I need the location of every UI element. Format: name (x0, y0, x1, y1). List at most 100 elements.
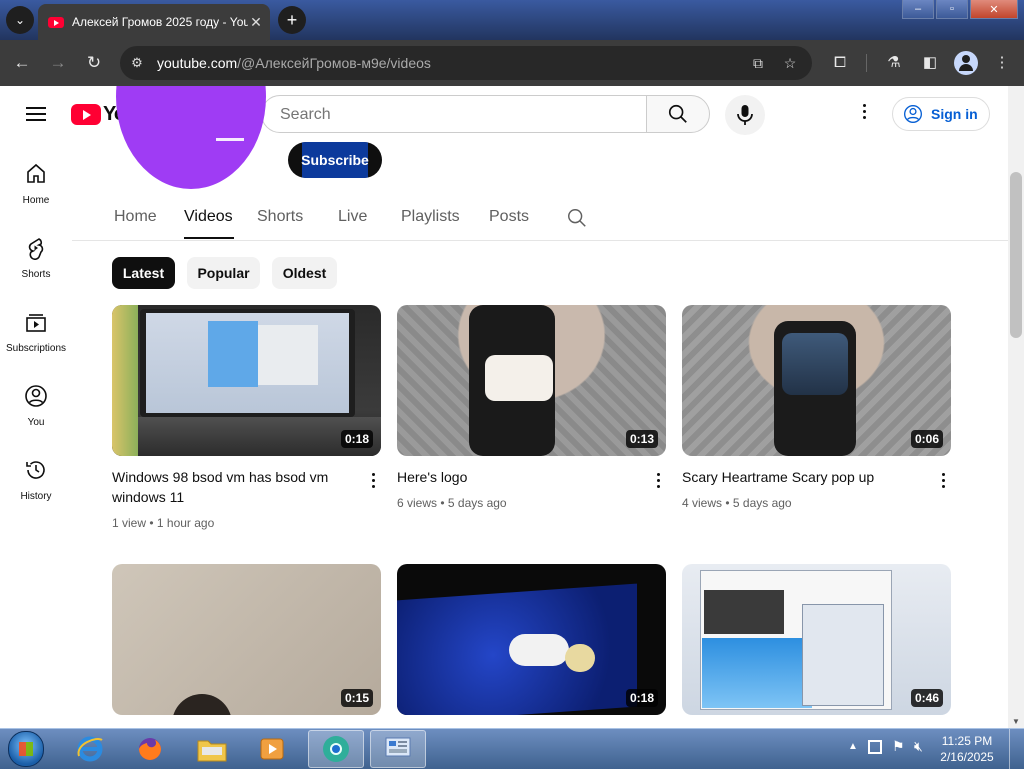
system-tray: ▲ ⚑ 🔇︎ 11:25 PM 2/16/2025 (844, 729, 1024, 769)
sidebar-item-shorts[interactable]: Shorts (0, 220, 72, 294)
taskbar-file-explorer[interactable] (184, 730, 240, 768)
video-duration: 0:06 (910, 430, 943, 448)
video-thumbnail[interactable]: 0:46 (682, 564, 951, 715)
video-thumbnail[interactable]: 0:13 (397, 305, 666, 456)
settings-kebab-icon[interactable] (856, 104, 872, 124)
tab-close-icon[interactable]: ✕ (248, 14, 264, 31)
browser-tab[interactable]: Алексей Громов 2025 году - YouTube ✕ (38, 4, 270, 40)
search-icon (668, 104, 687, 123)
url-host: youtube.com (157, 55, 238, 71)
voice-search-button[interactable] (725, 95, 765, 135)
browser-app-icon (323, 736, 349, 762)
home-icon (27, 163, 45, 183)
volume-muted-icon[interactable]: 🔇︎ (914, 738, 923, 755)
show-hidden-icons-icon[interactable]: ▲ (848, 741, 858, 752)
search-box (261, 95, 647, 133)
sidebar-item-label: You (27, 417, 45, 428)
taskbar-firefox[interactable] (122, 730, 178, 768)
page-scrollbar[interactable]: ▼ (1008, 86, 1024, 728)
windows-logo-icon (8, 731, 44, 767)
minimize-button[interactable]: – (902, 0, 934, 19)
video-thumbnail[interactable]: 0:18 (112, 305, 381, 456)
chip-latest[interactable]: Latest (112, 257, 175, 289)
show-desktop-button[interactable] (1009, 729, 1024, 769)
tab-videos[interactable]: Videos (184, 208, 233, 226)
start-button[interactable] (2, 729, 50, 769)
youtube-page: YouTube Sign in Home Shorts Subscription… (0, 86, 1008, 728)
search-button[interactable] (646, 95, 710, 133)
site-info-icon[interactable]: ⚙ (128, 54, 146, 72)
video-duration: 0:46 (910, 689, 943, 707)
video-action-menu-icon[interactable] (939, 473, 947, 491)
reload-button[interactable]: ↻ (82, 51, 106, 75)
chip-oldest[interactable]: Oldest (272, 257, 337, 289)
video-thumbnail[interactable]: 0:18 (397, 564, 666, 715)
search-input[interactable] (278, 105, 622, 125)
channel-avatar[interactable] (116, 86, 266, 189)
tab-search-button[interactable]: ⌄ (6, 6, 34, 34)
tab-posts[interactable]: Posts (489, 208, 529, 226)
video-duration: 0:13 (625, 430, 658, 448)
sidebar-item-subscriptions[interactable]: Subscriptions (0, 294, 72, 368)
subscribe-label: Subscribe (301, 142, 369, 178)
network-icon[interactable] (868, 740, 882, 754)
video-duration: 0:18 (340, 430, 373, 448)
taskbar-media-player[interactable] (244, 730, 300, 768)
side-panel-icon[interactable]: ◧ (918, 51, 942, 75)
bookmark-star-icon[interactable]: ☆ (780, 53, 800, 73)
browser-toolbar: ← → ↻ ⚙ youtube.com/@АлексейГромов-м9е/v… (0, 40, 1024, 86)
firefox-icon (139, 738, 161, 760)
tab-title: Алексей Громов 2025 году - YouTube (72, 15, 248, 29)
sidebar-item-history[interactable]: History (0, 442, 72, 516)
tab-playlists[interactable]: Playlists (401, 208, 460, 226)
sidebar-item-home[interactable]: Home (0, 146, 72, 220)
sidebar-item-label: Subscriptions (5, 343, 67, 354)
labs-flask-icon[interactable]: ⚗ (882, 51, 906, 75)
video-action-menu-icon[interactable] (654, 473, 662, 491)
forward-button[interactable]: → (46, 51, 70, 75)
video-thumbnail[interactable]: 0:15 (112, 564, 381, 715)
video-title[interactable]: Here's logo (397, 467, 635, 487)
account-circle-icon (904, 105, 922, 123)
chevron-down-icon: ⌄ (14, 13, 26, 27)
subscriptions-icon (26, 314, 46, 332)
sign-in-button[interactable]: Sign in (892, 97, 990, 131)
reload-icon: ↻ (86, 53, 102, 72)
extensions-icon[interactable]: ⧠ (828, 51, 852, 75)
clock-date: 2/16/2025 (940, 750, 994, 764)
close-window-button[interactable]: ✕ (970, 0, 1018, 19)
video-meta: 4 views • 5 days ago (682, 496, 792, 510)
maximize-button[interactable]: ▫ (936, 0, 968, 19)
taskbar-internet-explorer[interactable] (62, 730, 118, 768)
taskbar-control-panel[interactable] (370, 730, 426, 768)
address-bar[interactable]: ⚙ youtube.com/@АлексейГромов-м9е/videos … (120, 46, 812, 80)
scroll-down-arrow-icon[interactable]: ▼ (1012, 717, 1020, 726)
sidebar-item-label: Shorts (21, 269, 51, 280)
channel-search-icon[interactable] (566, 207, 588, 229)
taskbar-chrome-window[interactable] (308, 730, 364, 768)
browser-menu-icon[interactable]: ⋮ (990, 51, 1014, 75)
install-app-icon[interactable]: ⧉ (748, 53, 768, 73)
tab-home[interactable]: Home (114, 208, 157, 226)
sidebar-item-you[interactable]: You (0, 368, 72, 442)
scrollbar-thumb[interactable] (1010, 172, 1022, 338)
new-tab-button[interactable]: + (278, 6, 306, 34)
video-title[interactable]: Scary Heartrame Scary pop up (682, 467, 920, 487)
guide-menu-icon[interactable] (26, 107, 46, 121)
video-thumbnail[interactable]: 0:06 (682, 305, 951, 456)
arrow-right-icon: → (49, 53, 67, 72)
video-action-menu-icon[interactable] (369, 473, 377, 491)
toolbar-divider (866, 54, 867, 72)
history-icon (26, 461, 45, 479)
youtube-play-icon (71, 104, 101, 125)
subscribe-button[interactable]: Subscribe (288, 142, 382, 178)
action-center-flag-icon[interactable]: ⚑ (892, 738, 905, 755)
chip-popular[interactable]: Popular (187, 257, 260, 289)
profile-avatar-icon[interactable] (954, 51, 978, 75)
media-player-icon (260, 738, 284, 760)
tab-live[interactable]: Live (338, 208, 367, 226)
back-button[interactable]: ← (10, 51, 34, 75)
system-clock[interactable]: 11:25 PM 2/16/2025 (932, 733, 1002, 765)
video-title[interactable]: Windows 98 bsod vm has bsod vm windows 1… (112, 467, 350, 507)
tab-shorts[interactable]: Shorts (257, 208, 303, 226)
